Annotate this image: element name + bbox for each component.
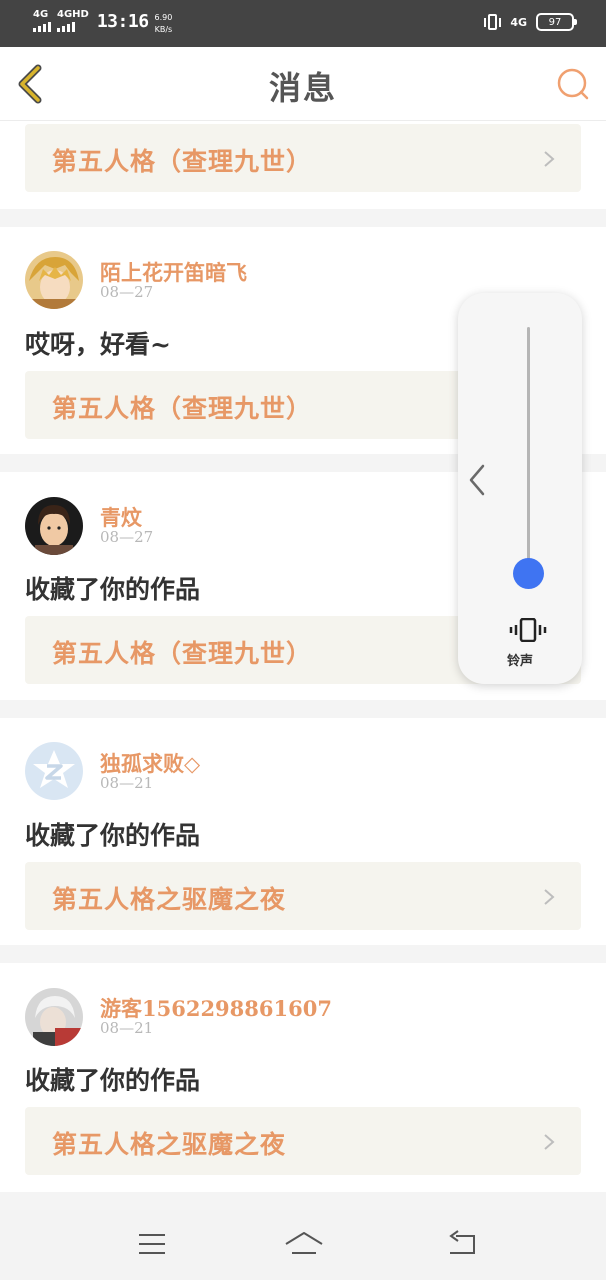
list-item: 第五人格（查理九世） xyxy=(0,121,606,209)
search-icon[interactable] xyxy=(556,67,590,101)
avatar[interactable] xyxy=(25,497,83,555)
work-link[interactable]: 第五人格（查理九世） xyxy=(25,124,581,192)
page-title: 消息 xyxy=(268,69,337,107)
speed-value: 6.90 xyxy=(154,13,173,22)
sim2-signal: 4GHD xyxy=(57,10,89,32)
message-text: 收藏了你的作品 xyxy=(25,1066,201,1095)
work-title: 第五人格（查理九世） xyxy=(52,394,313,423)
speed-unit: KB/s xyxy=(154,25,173,34)
network-type-label: 4G xyxy=(510,15,527,29)
sim1-network-label: 4G xyxy=(33,9,49,20)
network-speed: 6.90 KB/s xyxy=(155,10,173,34)
message-text: 哎呀，好看~ xyxy=(25,330,171,359)
navigation-bar xyxy=(0,1210,606,1280)
chevron-right-icon xyxy=(544,151,555,167)
avatar[interactable] xyxy=(25,251,83,309)
message-text: 收藏了你的作品 xyxy=(25,575,201,604)
clock: 13:16 xyxy=(96,11,149,32)
work-title: 第五人格之驱魔之夜 xyxy=(52,885,287,914)
work-link[interactable]: 第五人格之驱魔之夜 xyxy=(25,1107,581,1175)
home-icon[interactable] xyxy=(284,1230,324,1258)
avatar[interactable] xyxy=(25,988,83,1046)
volume-slider-track[interactable] xyxy=(527,327,530,573)
message-date: 08—27 xyxy=(100,283,154,301)
work-title: 第五人格（查理九世） xyxy=(52,147,313,176)
menu-icon[interactable] xyxy=(136,1230,168,1258)
message-date: 08—21 xyxy=(100,774,154,792)
chevron-right-icon xyxy=(544,889,555,905)
work-link[interactable]: 第五人格之驱魔之夜 xyxy=(25,862,581,930)
ringer-mode-label: 铃声 xyxy=(506,654,533,669)
app-header: 消息 xyxy=(0,47,606,121)
message-date: 08—21 xyxy=(100,1019,154,1037)
sim2-network-label: 4GHD xyxy=(57,9,89,20)
message-date: 08—27 xyxy=(100,528,154,546)
work-title: 第五人格（查理九世） xyxy=(52,639,313,668)
work-title: 第五人格之驱魔之夜 xyxy=(52,1130,287,1159)
volume-slider-thumb[interactable] xyxy=(513,557,544,589)
back-arrow-icon[interactable] xyxy=(446,1230,478,1258)
sim1-signal: 4G xyxy=(33,10,51,32)
chevron-left-icon[interactable] xyxy=(466,463,488,497)
list-item: 独孤求败◇ 08—21 收藏了你的作品 第五人格之驱魔之夜 xyxy=(0,718,606,945)
vibrate-icon[interactable] xyxy=(508,618,548,642)
list-item: 游客1562298861607 08—21 收藏了你的作品 第五人格之驱魔之夜 xyxy=(0,963,606,1192)
battery-icon: 97 xyxy=(536,13,577,31)
avatar[interactable] xyxy=(25,742,83,800)
battery-level: 97 xyxy=(548,16,562,28)
volume-panel: 铃声 xyxy=(458,293,582,684)
chevron-right-icon xyxy=(544,1134,555,1150)
signal-bars-icon xyxy=(57,21,75,32)
message-text: 收藏了你的作品 xyxy=(25,821,201,850)
signal-bars-icon xyxy=(33,21,51,32)
status-bar: 4G 4GHD 13:16 6.90 KB/s 4G 97 xyxy=(0,0,606,47)
vibrate-mode-icon xyxy=(484,14,502,30)
